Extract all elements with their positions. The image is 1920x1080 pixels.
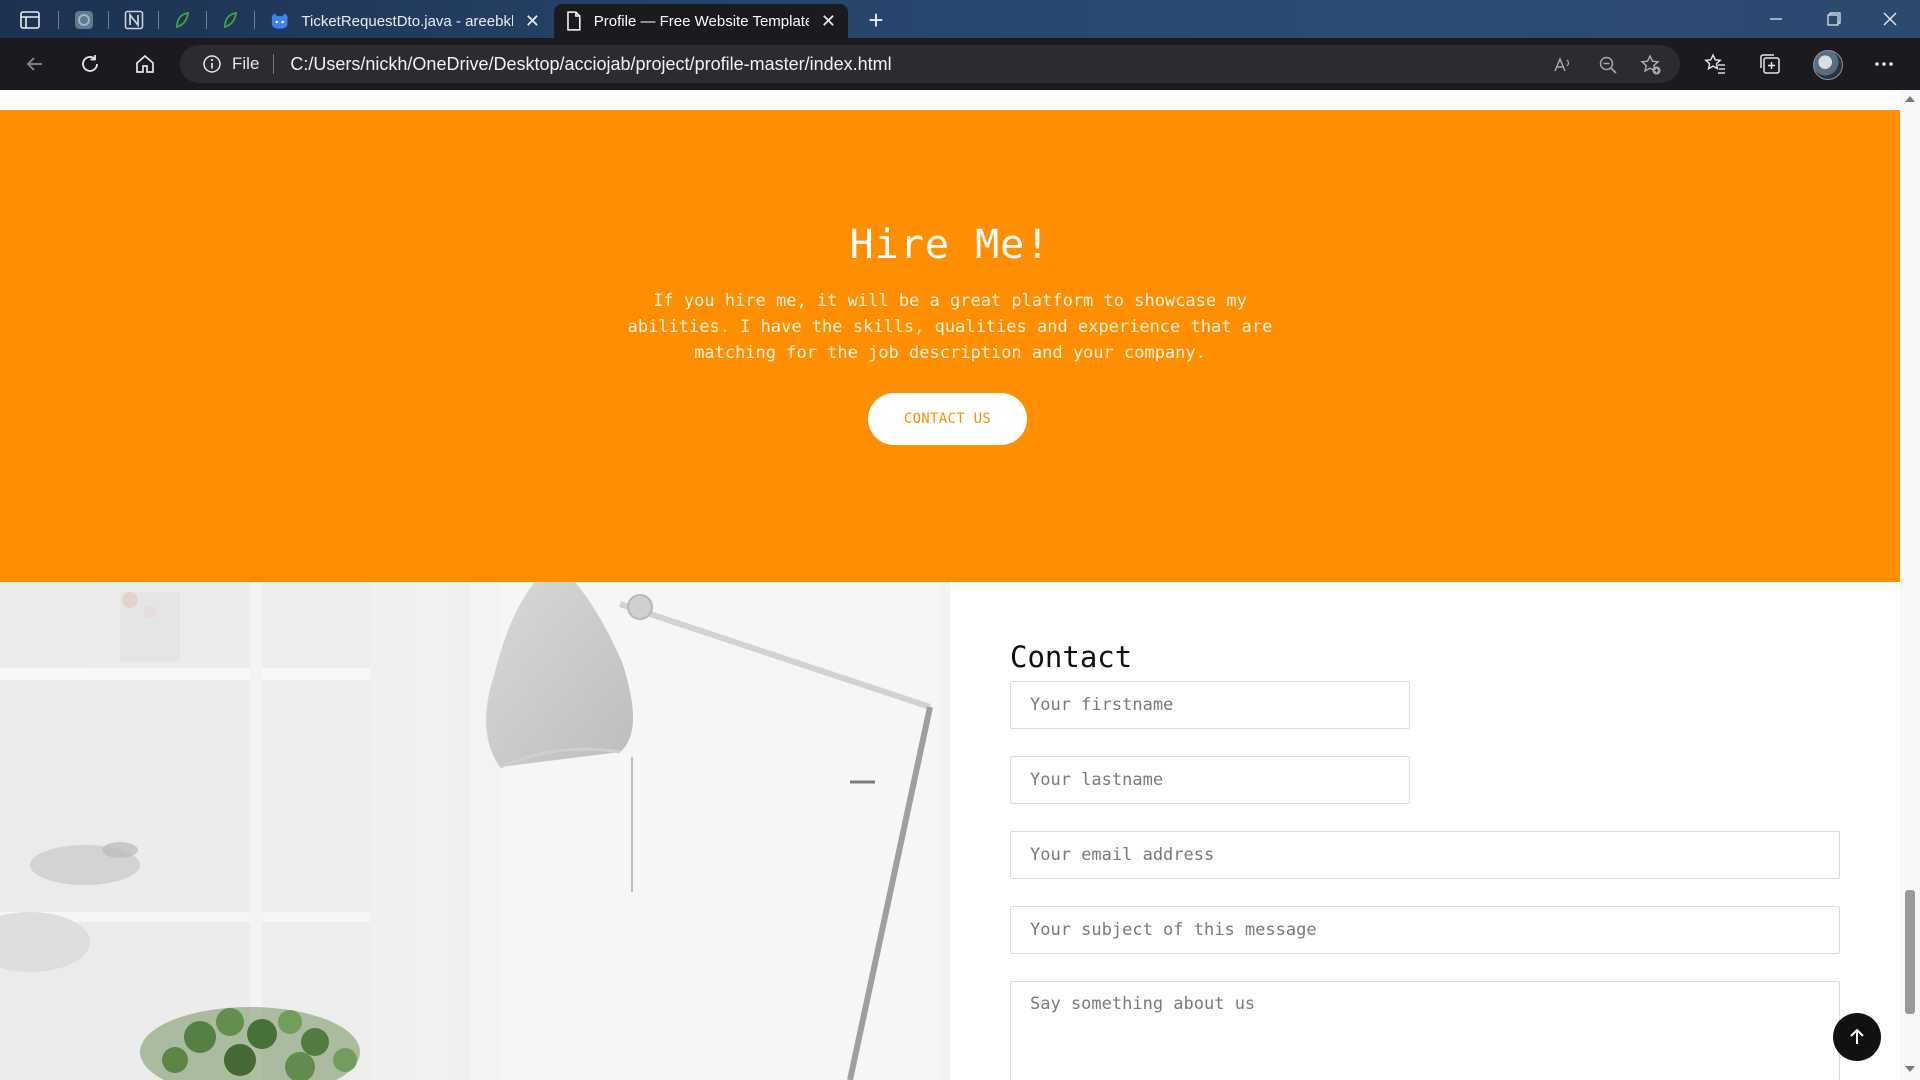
address-separator — [273, 54, 275, 74]
contact-title: Contact — [1010, 640, 1133, 674]
arrow-up-icon — [1850, 1028, 1864, 1044]
minimize-button[interactable] — [1748, 0, 1804, 38]
chatgpt-icon — [75, 11, 93, 29]
reload-icon — [82, 55, 98, 72]
back-to-top-button[interactable] — [1833, 1013, 1881, 1061]
hire-title: Hire Me! — [849, 222, 1051, 268]
photo-illustration — [0, 582, 950, 1080]
restore-button[interactable] — [1806, 0, 1862, 38]
tab-profile[interactable]: Profile — Free Website Template ✕ — [554, 4, 848, 38]
reload-button[interactable] — [75, 49, 105, 79]
add-favorite-icon[interactable] — [1640, 54, 1662, 76]
previous-section — [0, 90, 1900, 110]
info-icon[interactable] — [202, 54, 222, 74]
close-icon — [1883, 12, 1897, 26]
url-text[interactable]: C:/Users/nickh/OneDrive/Desktop/acciojab… — [290, 54, 891, 75]
notion-icon — [124, 10, 144, 30]
read-aloud-icon[interactable] — [1552, 54, 1574, 76]
tab-title: TicketRequestDto.java - areebkhan — [301, 12, 513, 30]
github-icon — [271, 13, 288, 29]
address-bar[interactable]: File C:/Users/nickh/OneDrive/Desktop/acc… — [180, 45, 1680, 83]
tab-actions-icon[interactable] — [14, 6, 46, 34]
new-tab-button[interactable]: + — [862, 5, 890, 35]
scrollbar-thumb[interactable] — [1905, 890, 1915, 1014]
page-icon — [567, 11, 581, 31]
zoom-out-icon[interactable] — [1597, 54, 1619, 76]
home-button[interactable] — [130, 49, 160, 79]
close-tab-icon[interactable]: ✕ — [821, 12, 836, 30]
more-icon — [1875, 62, 1893, 66]
back-arrow-icon — [26, 57, 42, 71]
profile-avatar[interactable] — [1813, 50, 1843, 80]
restore-icon — [1827, 12, 1841, 26]
leaf-icon — [176, 11, 190, 29]
scroll-down-arrow-icon[interactable] — [1905, 1066, 1915, 1072]
tab-leaf-2[interactable] — [212, 6, 248, 34]
contact-section: Contact — [950, 582, 1900, 1080]
tab-notion[interactable] — [116, 6, 152, 34]
page-viewport: Hire Me! If you hire me, it will be a gr… — [0, 90, 1920, 1080]
hire-description: If you hire me, it will be a great platf… — [627, 291, 1273, 363]
favorites-button[interactable] — [1700, 49, 1730, 79]
desk-lamp-photo — [0, 582, 950, 1080]
tab-github[interactable]: TicketRequestDto.java - areebkhan ✕ — [258, 4, 552, 38]
home-icon — [136, 54, 154, 73]
tab-bar: TicketRequestDto.java - areebkhan ✕ Prof… — [0, 0, 1920, 38]
favorites-icon — [1704, 53, 1725, 74]
close-tab-icon[interactable]: ✕ — [525, 12, 540, 30]
firstname-field[interactable] — [1010, 681, 1410, 729]
back-button[interactable] — [20, 49, 50, 79]
message-field[interactable] — [1010, 981, 1840, 1080]
close-window-button[interactable] — [1862, 0, 1918, 38]
collections-button[interactable] — [1755, 49, 1785, 79]
minimize-icon — [1770, 18, 1782, 20]
tab-chatgpt[interactable] — [66, 6, 102, 34]
more-menu-button[interactable] — [1869, 49, 1899, 79]
tab-leaf-1[interactable] — [164, 6, 200, 34]
leaf-icon — [224, 11, 238, 29]
collections-icon — [1760, 54, 1780, 74]
address-toolbar: File C:/Users/nickh/OneDrive/Desktop/acc… — [0, 38, 1920, 90]
hire-me-section: Hire Me! If you hire me, it will be a gr… — [0, 110, 1900, 582]
subject-field[interactable] — [1010, 906, 1840, 954]
email-field[interactable] — [1010, 831, 1840, 879]
site-scheme-label[interactable]: File — [232, 54, 259, 74]
lastname-field[interactable] — [1010, 756, 1410, 804]
contact-us-button[interactable]: CONTACT US — [868, 393, 1027, 445]
tab-title: Profile — Free Website Template — [593, 12, 809, 30]
page-scrollbar[interactable] — [1900, 90, 1920, 1080]
scroll-up-arrow-icon[interactable] — [1905, 96, 1915, 102]
